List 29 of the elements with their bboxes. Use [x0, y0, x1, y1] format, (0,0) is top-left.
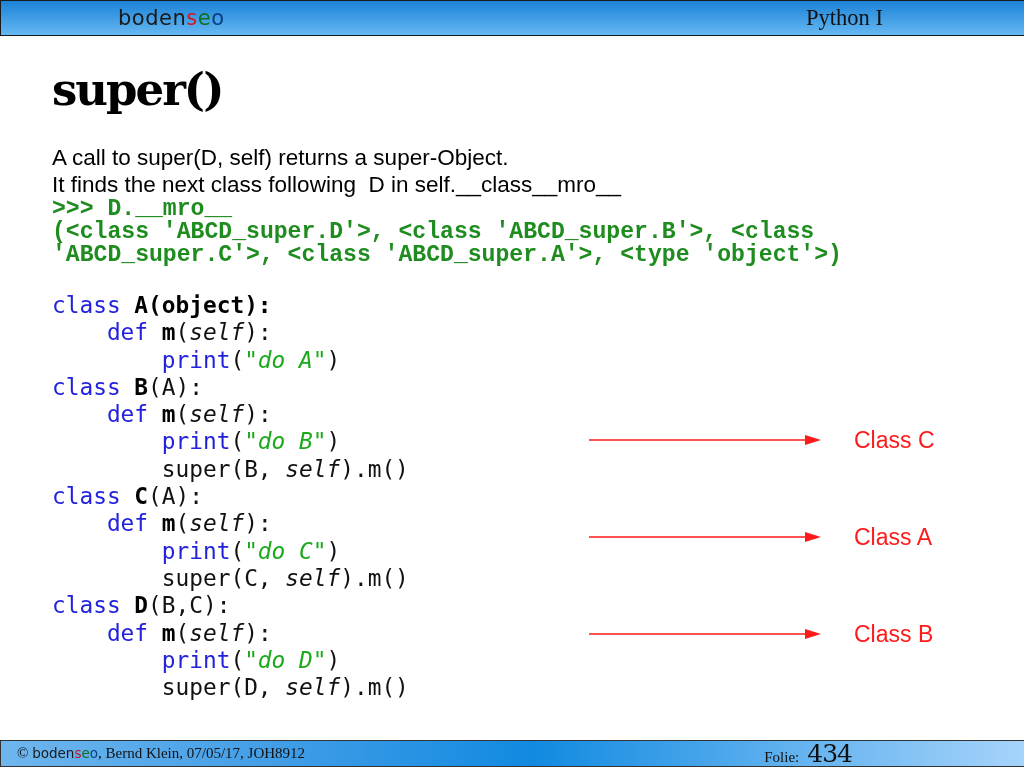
code-line: class D(B,C):: [52, 592, 231, 620]
console-line: 'ABCD_super.C'>, <class 'ABCD_super.A'>, <type 'object'>): [52, 244, 842, 267]
code-line: print("do B"): [161, 428, 341, 456]
footer-credit: © bodenseo, Bernd Klein, 07/05/17, JOH8912: [17, 745, 306, 762]
slide-label: Folie:: [764, 748, 800, 766]
code-line: def m(self):: [106, 510, 272, 538]
code-line: super(B, self).m(): [161, 455, 409, 484]
course-title: Python I: [806, 5, 883, 31]
slide-number: 434: [807, 741, 852, 766]
logo: bodenseo: [118, 6, 225, 30]
code-line: def m(self):: [106, 319, 272, 347]
body-text: A call to super(D, self) returns a super-Object.: [52, 144, 509, 171]
code-line: print("do A"): [161, 346, 341, 374]
code-line: super(D, self).m(): [161, 674, 409, 702]
annotation-label: Class C: [854, 426, 935, 454]
code-line: class B(A):: [52, 373, 203, 402]
code-line: print("do D"): [161, 646, 341, 675]
annotation-label: Class B: [854, 620, 934, 648]
code-line: def m(self):: [106, 401, 272, 429]
console-line: >>> D.__mro__: [52, 198, 233, 221]
code-line: class A(object):: [52, 292, 272, 320]
body-text: It finds the next class following D in self.__class__mro__: [52, 171, 622, 198]
annotation-label: Class A: [854, 523, 932, 551]
code-line: class C(A):: [52, 483, 203, 511]
code-line: def m(self):: [106, 619, 272, 647]
code-line: print("do C"): [161, 537, 341, 565]
code-line: super(C, self).m(): [161, 564, 409, 593]
slide-title: super(): [52, 62, 223, 118]
console-line: (<class 'ABCD_super.D'>, <class 'ABCD_super.B'>, <class: [52, 221, 815, 244]
